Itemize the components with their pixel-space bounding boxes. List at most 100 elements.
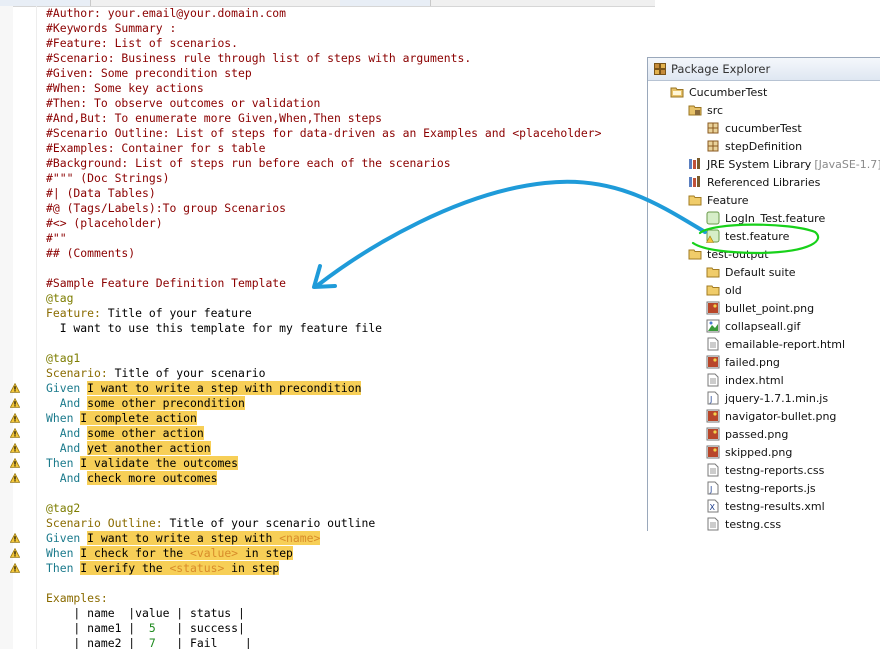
code-line[interactable]: I want to use this template for my featu… <box>46 321 601 336</box>
code-line[interactable]: Examples: <box>46 591 601 606</box>
warning-icon[interactable] <box>10 473 20 483</box>
code-line[interactable]: Given I want to write a step with precon… <box>10 381 601 396</box>
code-token: #Scenario: Business rule through list of… <box>46 51 472 65</box>
tree-item[interactable]: Jjquery-1.7.1.min.js <box>648 389 880 407</box>
code-line[interactable]: When I complete action <box>10 411 601 426</box>
code-line[interactable]: | name1 | 5 | success| <box>46 621 601 636</box>
code-line[interactable]: #"" <box>46 231 601 246</box>
folder-icon <box>688 193 702 207</box>
tree-item-label: testng.css <box>725 517 782 531</box>
warning-icon[interactable] <box>10 413 20 423</box>
code-line[interactable]: When I check for the <value> in step <box>10 546 601 561</box>
code-line[interactable]: And yet another action <box>10 441 601 456</box>
code-line[interactable]: #Feature: List of scenarios. <box>46 36 601 51</box>
tree-item[interactable]: navigator-bullet.png <box>648 407 880 425</box>
warning-icon[interactable] <box>10 533 20 543</box>
code-line[interactable]: #<> (placeholder) <box>46 216 601 231</box>
tree-item[interactable]: testng-reports.css <box>648 461 880 479</box>
tree-item[interactable]: Referenced Libraries <box>648 173 880 191</box>
warning-icon[interactable] <box>10 443 20 453</box>
code-line[interactable]: #And,But: To enumerate more Given,When,T… <box>46 111 601 126</box>
warning-icon[interactable] <box>10 383 20 393</box>
code-line[interactable]: #When: Some key actions <box>46 81 601 96</box>
code-line[interactable]: And some other precondition <box>10 396 601 411</box>
folder-icon <box>688 247 702 261</box>
code-line[interactable]: Then I validate the outcomes <box>10 456 601 471</box>
code-line[interactable]: And some other action <box>10 426 601 441</box>
code-line[interactable] <box>46 336 601 351</box>
code-line[interactable] <box>46 486 601 501</box>
tree-item[interactable]: test-output <box>648 245 880 263</box>
code-line[interactable]: Then I verify the <status> in step <box>10 561 601 576</box>
code-line[interactable]: Scenario: Title of your scenario <box>46 366 601 381</box>
code-line[interactable]: #Keywords Summary : <box>46 21 601 36</box>
code-token: <name> <box>279 531 321 545</box>
tree-item[interactable]: cucumberTest <box>648 119 880 137</box>
tree-item[interactable]: testng.css <box>648 515 880 531</box>
gif-file-icon <box>706 319 720 333</box>
tree-item[interactable]: index.html <box>648 371 880 389</box>
code-line[interactable]: #""" (Doc Strings) <box>46 171 601 186</box>
feature-file-editor[interactable]: #Author: your.email@your.domain.com #Keyw… <box>0 0 655 649</box>
code-line[interactable]: #Background: List of steps run before ea… <box>46 156 601 171</box>
code-line[interactable]: And check more outcomes <box>10 471 601 486</box>
code-line[interactable]: Feature: Title of your feature <box>46 306 601 321</box>
tree-item[interactable]: LogIn_Test.feature <box>648 209 880 227</box>
code-line[interactable]: | name2 | 7 | Fail | <box>46 636 601 649</box>
code-line[interactable]: #Author: your.email@your.domain.com <box>46 6 601 21</box>
tree-item[interactable]: Jtestng-reports.js <box>648 479 880 497</box>
code-token: #Keywords Summary : <box>46 21 177 35</box>
warning-icon[interactable] <box>10 398 20 408</box>
code-line[interactable]: @tag1 <box>46 351 601 366</box>
tree-item-label: emailable-report.html <box>725 337 846 351</box>
code-line[interactable] <box>46 261 601 276</box>
code-line[interactable]: Given I want to write a step with <name> <box>10 531 601 546</box>
package-icon <box>706 121 720 135</box>
tree-item[interactable]: Default suite <box>648 263 880 281</box>
tree-item-label: LogIn_Test.feature <box>725 211 826 225</box>
warning-icon[interactable] <box>10 458 20 468</box>
tree-item[interactable]: skipped.png <box>648 443 880 461</box>
warning-icon[interactable] <box>10 428 20 438</box>
code-line[interactable]: #Scenario Outline: List of steps for dat… <box>46 126 601 141</box>
code-line[interactable]: @tag2 <box>46 501 601 516</box>
code-line[interactable]: Scenario Outline: Title of your scenario… <box>46 516 601 531</box>
tree-item[interactable]: collapseall.gif <box>648 317 880 335</box>
tree-item[interactable]: JRE System Library [JavaSE-1.7] <box>648 155 880 173</box>
code-line[interactable]: #Scenario: Business rule through list of… <box>46 51 601 66</box>
code-line[interactable]: #Examples: Container for s table <box>46 141 601 156</box>
tree-item[interactable]: failed.png <box>648 353 880 371</box>
tree-item-label: testng-reports.css <box>725 463 825 477</box>
code-line[interactable] <box>46 576 601 591</box>
code-token: | name |value | status | <box>46 606 245 620</box>
code-line[interactable]: ## (Comments) <box>46 246 601 261</box>
package-icon <box>706 139 720 153</box>
tree-item[interactable]: Xtestng-results.xml <box>648 497 880 515</box>
tree-item-label: test-output <box>707 247 769 261</box>
warning-icon[interactable] <box>10 548 20 558</box>
code-line[interactable]: #Then: To observe outcomes or validation <box>46 96 601 111</box>
tree-item[interactable]: Feature <box>648 191 880 209</box>
code-area[interactable]: #Author: your.email@your.domain.com #Keyw… <box>10 6 601 649</box>
tree-item[interactable]: src <box>648 101 880 119</box>
tree-item-label: cucumberTest <box>725 121 802 135</box>
code-line[interactable]: #Given: Some precondition step <box>46 66 601 81</box>
warning-icon[interactable] <box>10 563 20 573</box>
tree-item[interactable]: emailable-report.html <box>648 335 880 353</box>
tree-item[interactable]: CucumberTest <box>648 83 880 101</box>
code-line[interactable]: @tag <box>46 291 601 306</box>
tree-item[interactable]: bullet_point.png <box>648 299 880 317</box>
tree-item[interactable]: test.feature <box>648 227 880 245</box>
tree-item[interactable]: stepDefinition <box>648 137 880 155</box>
tree-item-label: Referenced Libraries <box>707 175 821 189</box>
package-explorer-header[interactable]: Package Explorer <box>648 58 880 81</box>
code-token: @tag1 <box>46 351 81 365</box>
tree-item[interactable]: passed.png <box>648 425 880 443</box>
code-token: And <box>46 426 81 440</box>
code-line[interactable]: #| (Data Tables) <box>46 186 601 201</box>
code-line[interactable]: #@ (Tags/Labels):To group Scenarios <box>46 201 601 216</box>
image-file-icon <box>706 445 720 459</box>
code-line[interactable]: #Sample Feature Definition Template <box>46 276 601 291</box>
code-line[interactable]: | name |value | status | <box>46 606 601 621</box>
tree-item[interactable]: old <box>648 281 880 299</box>
